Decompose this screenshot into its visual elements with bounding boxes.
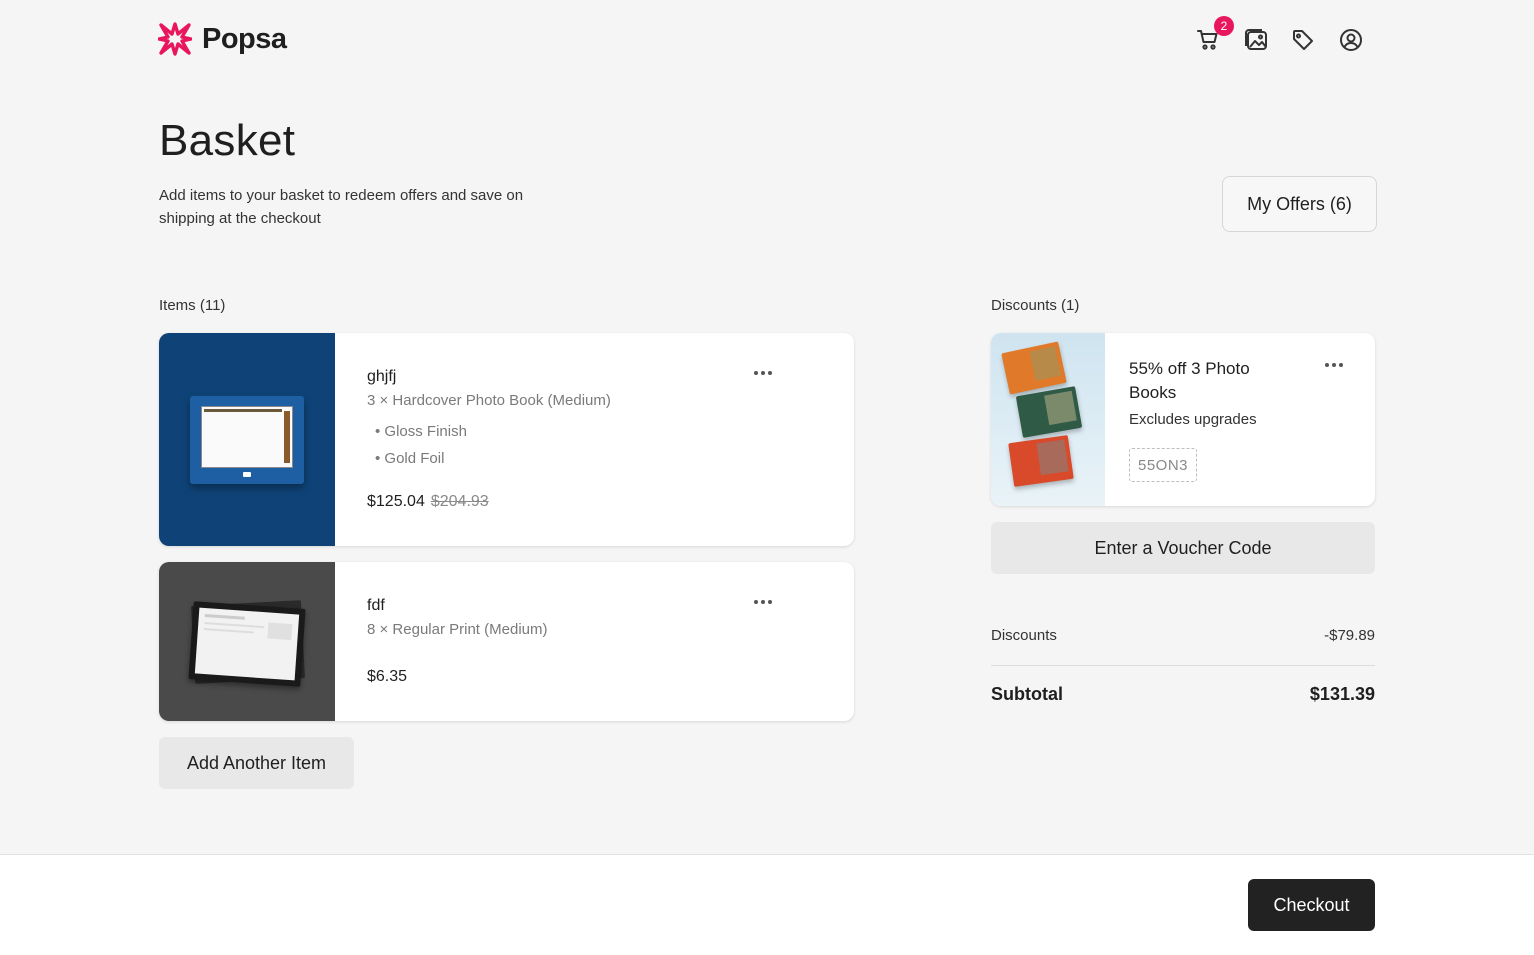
popsa-logo[interactable]: Popsa	[158, 22, 287, 56]
discount-thumbnail	[991, 333, 1105, 506]
add-another-item-button[interactable]: Add Another Item	[159, 737, 354, 789]
discounts-summary-value: -$79.89	[1324, 627, 1375, 644]
cart-count-badge: 2	[1214, 16, 1234, 36]
page-subtitle: Add items to your basket to redeem offer…	[159, 187, 524, 227]
more-options-icon[interactable]	[1325, 359, 1349, 371]
brand-name: Popsa	[202, 22, 287, 55]
discount-note: Excludes upgrades	[1129, 411, 1257, 428]
basket-item-prints[interactable]: fdf 8 × Regular Print (Medium) $6.35	[159, 562, 854, 721]
basket-item-photo-book[interactable]: ghjfj 3 × Hardcover Photo Book (Medium) …	[159, 333, 854, 546]
item-description: 3 × Hardcover Photo Book (Medium)	[367, 392, 611, 409]
item-option: • Gloss Finish	[375, 423, 467, 440]
top-header: Popsa 2	[0, 0, 1534, 80]
discount-title: 55% off 3 Photo Books	[1129, 359, 1250, 402]
item-price: $6.35	[367, 668, 408, 685]
more-options-icon[interactable]	[754, 596, 778, 608]
popsa-logo-icon	[158, 22, 192, 56]
item-name: ghjfj	[367, 368, 397, 385]
item-option: • Gold Foil	[375, 450, 445, 467]
item-name: fdf	[367, 597, 385, 614]
item-description: 8 × Regular Print (Medium)	[367, 621, 548, 638]
discounts-summary-label: Discounts	[991, 627, 1057, 644]
current-price: $125.04	[367, 493, 425, 510]
enter-voucher-code-button[interactable]: Enter a Voucher Code	[991, 522, 1375, 574]
discounts-summary-row: Discounts -$79.89	[991, 627, 1375, 644]
header-nav: 2	[1192, 16, 1382, 56]
items-section-label: Items (11)	[159, 297, 226, 314]
original-price: $204.93	[430, 493, 489, 510]
page-title: Basket	[159, 116, 296, 165]
cart-icon[interactable]: 2	[1192, 16, 1234, 56]
more-options-icon[interactable]	[754, 367, 778, 379]
summary-divider	[991, 665, 1375, 666]
item-price: $125.04 $204.93	[367, 493, 489, 511]
discounts-section-label: Discounts (1)	[991, 297, 1080, 314]
tag-icon[interactable]	[1287, 24, 1319, 56]
photo-book-thumbnail	[159, 333, 335, 546]
subtotal-row: Subtotal $131.39	[991, 684, 1375, 705]
checkout-button[interactable]: Checkout	[1248, 879, 1375, 931]
subtotal-label: Subtotal	[991, 684, 1063, 704]
item-details: ghjfj 3 × Hardcover Photo Book (Medium) …	[367, 333, 854, 546]
discount-card[interactable]: 55% off 3 Photo Books Excludes upgrades …	[991, 333, 1375, 506]
prints-thumbnail	[159, 562, 335, 721]
item-details: fdf 8 × Regular Print (Medium) $6.35	[367, 562, 854, 721]
my-offers-button[interactable]: My Offers (6)	[1222, 176, 1377, 232]
account-icon[interactable]	[1335, 24, 1367, 56]
subtotal-value: $131.39	[1309, 684, 1375, 704]
photos-icon[interactable]	[1240, 24, 1272, 56]
discount-code: 55ON3	[1129, 448, 1198, 482]
